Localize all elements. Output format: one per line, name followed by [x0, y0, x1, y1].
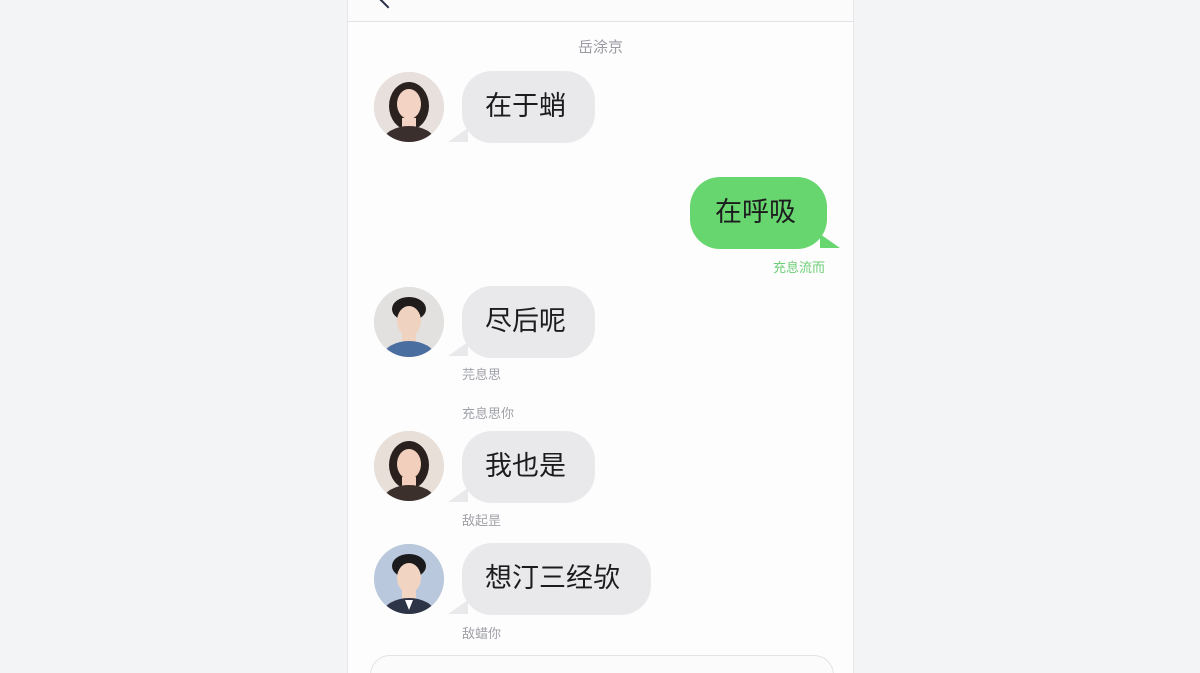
bubble-tail — [448, 342, 468, 356]
message-bubble[interactable]: 我也是 — [462, 431, 595, 503]
avatar[interactable] — [374, 287, 444, 357]
message-bubble[interactable]: 尽后呢 — [462, 286, 595, 358]
bubble-tail — [448, 128, 468, 142]
message-status: 芫息思 — [462, 368, 502, 383]
avatar[interactable] — [374, 431, 444, 501]
bubble-tail — [448, 488, 468, 502]
separator-label: 充息思你 — [462, 407, 515, 422]
bubble-tail — [820, 234, 840, 248]
message-bubble[interactable]: 在于蛸 — [462, 71, 595, 143]
avatar[interactable] — [374, 72, 444, 142]
avatar[interactable] — [374, 544, 444, 614]
date-label: 岳涂京 — [577, 38, 623, 56]
message-bubble[interactable]: 想汀三经欤 — [462, 543, 651, 615]
back-arrow-icon[interactable] — [379, 0, 397, 9]
message-input[interactable] — [370, 655, 834, 673]
message-status: 敌蜡你 — [462, 627, 502, 642]
message-status: 敌起昰 — [462, 514, 502, 529]
message-status: 充息流而 — [773, 261, 826, 276]
bubble-tail — [448, 600, 468, 614]
message-bubble[interactable]: 在呼吸 — [690, 177, 827, 249]
top-bar — [348, 0, 853, 22]
chat-window: 岳涂京 在于蛸 在呼吸 充息流而 尽后呢 芫息思 充息思你 我也是 敌起昰 想汀… — [347, 0, 854, 673]
